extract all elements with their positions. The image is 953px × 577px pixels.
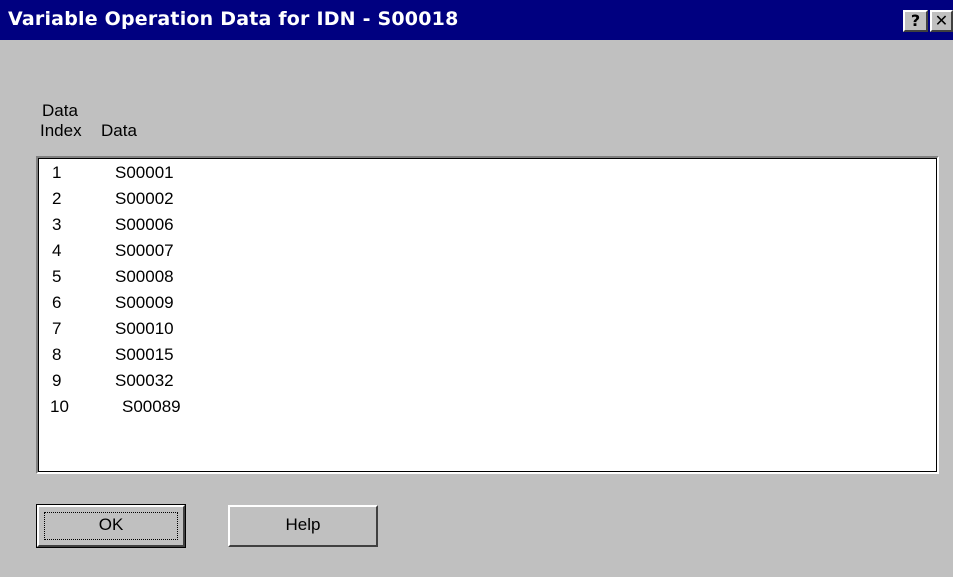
list-item-data: S00032 xyxy=(115,371,174,390)
list-item-data: S00008 xyxy=(115,267,174,286)
list-item-index: 8 xyxy=(52,345,62,364)
list-item[interactable]: 7 S00010 xyxy=(38,318,937,344)
list-item[interactable]: 2 S00002 xyxy=(38,188,937,214)
list-item[interactable]: 10 S00089 xyxy=(38,396,937,422)
list-item[interactable]: 1 S00001 xyxy=(38,162,937,188)
list-item[interactable]: 5 S00008 xyxy=(38,266,937,292)
question-mark-icon: ? xyxy=(910,11,921,30)
list-item-data: S00002 xyxy=(115,189,174,208)
list-item-index: 10 xyxy=(50,397,69,416)
list-item-index: 2 xyxy=(52,189,62,208)
list-item-index: 9 xyxy=(52,371,62,390)
close-icon: ✕ xyxy=(934,11,949,30)
ok-button[interactable]: OK xyxy=(36,504,186,548)
list-item-data: S00010 xyxy=(115,319,174,338)
list-item-data: S00015 xyxy=(115,345,174,364)
list-item-index: 6 xyxy=(52,293,62,312)
window-title: Variable Operation Data for IDN - S00018 xyxy=(8,8,459,30)
column-header-index-line2: Index xyxy=(40,121,82,140)
list-item-data: S00006 xyxy=(115,215,174,234)
title-bar[interactable]: Variable Operation Data for IDN - S00018… xyxy=(0,0,953,40)
context-help-button[interactable]: ? xyxy=(903,10,928,32)
list-item-index: 7 xyxy=(52,319,62,338)
list-item-index: 1 xyxy=(52,163,62,182)
list-item-index: 5 xyxy=(52,267,62,286)
column-header-data: Data xyxy=(101,121,137,140)
list-item[interactable]: 9 S00032 xyxy=(38,370,937,396)
list-item[interactable]: 6 S00009 xyxy=(38,292,937,318)
list-item-data: S00009 xyxy=(115,293,174,312)
list-item[interactable]: 4 S00007 xyxy=(38,240,937,266)
close-button[interactable]: ✕ xyxy=(930,10,953,32)
column-header-index-line1: Data xyxy=(42,101,78,120)
list-item-data: S00089 xyxy=(122,397,181,416)
list-item-index: 4 xyxy=(52,241,62,260)
list-item[interactable]: 8 S00015 xyxy=(38,344,937,370)
dialog-window: Variable Operation Data for IDN - S00018… xyxy=(0,0,953,577)
list-item-data: S00001 xyxy=(115,163,174,182)
list-item-index: 3 xyxy=(52,215,62,234)
help-button-label: Help xyxy=(285,515,321,534)
focus-rectangle xyxy=(44,512,178,540)
list-item[interactable]: 3 S00006 xyxy=(38,214,937,240)
help-button[interactable]: Help xyxy=(228,505,378,547)
data-listbox[interactable]: 1 S00001 2 S00002 3 S00006 4 S00007 5 S0… xyxy=(36,156,939,474)
list-item-data: S00007 xyxy=(115,241,174,260)
